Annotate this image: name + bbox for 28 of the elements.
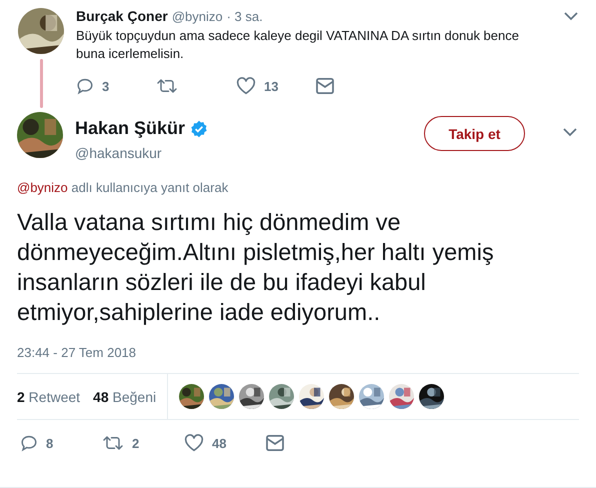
follow-button[interactable]: Takip et: [424, 116, 525, 151]
tweet-text: Büyük topçuydun ama sadece kaleye degil VATANINA DA sırtın donuk bence buna icerlemelisin.: [76, 27, 520, 63]
like-count: 13: [264, 78, 278, 94]
engagement-stat[interactable]: 48 Beğeni: [93, 388, 156, 404]
tweet-text: Valla vatana sırtımı hiç dönmedim ve dönmeyeceğim.Altını pisletmiş,her haltı yemiş insanların sözleri ile de bu ifadeyi kabul etmiyor,sahiplerine iade ediyorum..: [17, 208, 495, 327]
author-name[interactable]: Burçak Çoner: [76, 8, 168, 24]
reply-context: @bynizo adlı kullanıcıya yanıt olarak: [17, 180, 230, 195]
reply-icon[interactable]: [20, 434, 38, 452]
heart-icon[interactable]: [236, 77, 256, 95]
tweet-timestamp[interactable]: 23:44 - 27 Tem 2018: [17, 345, 579, 360]
author-name[interactable]: Hakan Şükür: [75, 118, 186, 139]
chevron-down-icon[interactable]: [564, 12, 578, 21]
chevron-down-icon[interactable]: [563, 128, 577, 137]
retweet-count: 2: [132, 436, 140, 450]
reply-icon[interactable]: [76, 77, 94, 95]
author-handle[interactable]: @bynizo: [172, 9, 223, 24]
reply-count: 3: [102, 78, 110, 94]
tweet-time[interactable]: · 3 sa.: [226, 9, 263, 24]
mention-link[interactable]: @bynizo: [17, 180, 68, 195]
like-count: 48: [212, 436, 226, 450]
author-handle[interactable]: @hakansukur: [75, 145, 162, 161]
retweet-icon[interactable]: [156, 77, 178, 95]
envelope-icon[interactable]: [316, 78, 334, 94]
reply-count: 8: [46, 436, 54, 450]
envelope-icon[interactable]: [266, 435, 284, 451]
engagement-stat[interactable]: 2 Retweet: [17, 388, 80, 404]
heart-icon[interactable]: [184, 434, 204, 452]
retweet-icon[interactable]: [102, 434, 124, 452]
